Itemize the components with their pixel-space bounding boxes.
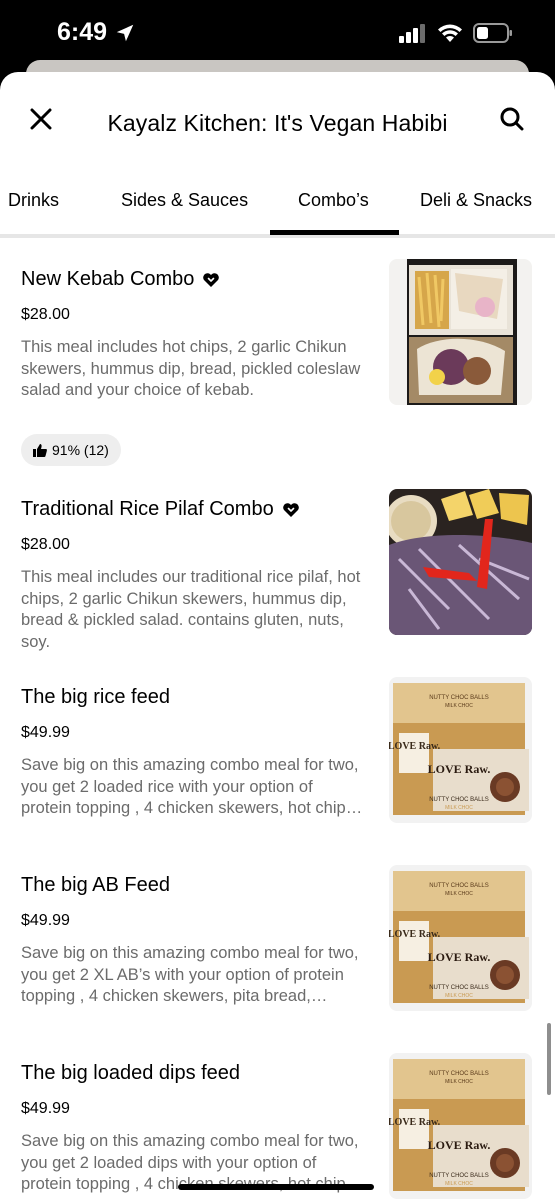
- thumbs-up-icon: [33, 444, 47, 457]
- flavor-text: MILK CHOC: [445, 1181, 473, 1187]
- product-text: NUTTY CHOC BALLS: [429, 1071, 489, 1077]
- flavor-text: MILK CHOC: [445, 891, 473, 897]
- item-price: $49.99: [21, 724, 70, 741]
- scroll-indicator[interactable]: [547, 1023, 551, 1095]
- item-title-row: The big AB Feed: [21, 874, 170, 897]
- item-description: This meal includes hot chips, 2 garlic C…: [21, 338, 361, 399]
- heart-icon: [203, 272, 220, 287]
- location-arrow-icon: [116, 24, 134, 42]
- tab-sides-sauces[interactable]: Sides & Sauces: [121, 190, 248, 238]
- item-description: Save big on this amazing combo meal for …: [21, 944, 359, 1005]
- search-icon: [500, 107, 524, 131]
- item-title-row: New Kebab Combo: [21, 268, 220, 291]
- store-menu-sheet: Kayalz Kitchen: It's Vegan Habibi Drinks…: [0, 72, 555, 1200]
- item-photo-love-raw: LOVE Raw. LOVE Raw. NUTTY CHOC BALLS MIL…: [389, 677, 532, 823]
- tab-drinks[interactable]: Drinks: [8, 190, 59, 238]
- flavor-text: MILK CHOC: [445, 805, 473, 811]
- brand-text: LOVE Raw.: [428, 762, 491, 776]
- status-bar: 6:49: [0, 0, 555, 68]
- brand-text: LOVE Raw.: [389, 741, 441, 752]
- item-price: $28.00: [21, 306, 70, 323]
- home-indicator[interactable]: [178, 1184, 374, 1190]
- item-photo-rice-pilaf-combo: [389, 489, 532, 635]
- close-button[interactable]: [26, 104, 56, 134]
- product-text: NUTTY CHOC BALLS: [429, 797, 489, 803]
- product-text: NUTTY CHOC BALLS: [429, 985, 489, 991]
- item-title-row: The big rice feed: [21, 686, 170, 709]
- item-price: $28.00: [21, 536, 70, 553]
- flavor-text: MILK CHOC: [445, 993, 473, 999]
- item-photo-love-raw: LOVE Raw. LOVE Raw. NUTTY CHOC BALLS MIL…: [389, 865, 532, 1011]
- product-text: NUTTY CHOC BALLS: [429, 1173, 489, 1179]
- item-description: Save big on this amazing combo meal for …: [21, 756, 359, 817]
- flavor-text: MILK CHOC: [445, 1079, 473, 1085]
- status-time: 6:49: [57, 18, 108, 46]
- store-title: Kayalz Kitchen: It's Vegan Habibi: [107, 110, 448, 136]
- item-photo-kebab-combo: [389, 259, 532, 405]
- item-title: The big loaded dips feed: [21, 1062, 241, 1084]
- heart-icon: [282, 502, 299, 517]
- item-price: $49.99: [21, 1100, 70, 1117]
- rating-text: 91% (12): [52, 442, 109, 458]
- product-text: NUTTY CHOC BALLS: [429, 695, 489, 701]
- active-tab-indicator: [270, 230, 399, 235]
- category-tabs: Drinks Sides & Sauces Combo’s Deli & Sna…: [0, 172, 555, 238]
- battery-icon: [473, 23, 512, 43]
- signal-icon: [399, 24, 425, 43]
- product-text: NUTTY CHOC BALLS: [429, 883, 489, 889]
- item-description: This meal includes our traditional rice …: [21, 568, 361, 651]
- wifi-icon: [438, 24, 462, 42]
- tab-deli-snacks[interactable]: Deli & Snacks: [420, 190, 532, 238]
- item-title-row: Traditional Rice Pilaf Combo: [21, 498, 300, 521]
- search-button[interactable]: [497, 104, 527, 134]
- brand-text: LOVE Raw.: [428, 950, 491, 964]
- item-title: The big AB Feed: [21, 874, 170, 896]
- item-title-row: The big loaded dips feed: [21, 1062, 240, 1085]
- brand-text: LOVE Raw.: [428, 1138, 491, 1152]
- status-icons: [399, 22, 513, 44]
- item-title: Traditional Rice Pilaf Combo: [21, 498, 274, 520]
- brand-text: LOVE Raw.: [389, 929, 441, 940]
- item-title: The big rice feed: [21, 686, 170, 708]
- rating-badge: 91% (12): [21, 434, 121, 466]
- header: Kayalz Kitchen: It's Vegan Habibi: [0, 72, 555, 172]
- brand-text: LOVE Raw.: [389, 1117, 441, 1128]
- flavor-text: MILK CHOC: [445, 703, 473, 709]
- item-title: New Kebab Combo: [21, 268, 195, 290]
- item-photo-love-raw: LOVE Raw. LOVE Raw. NUTTY CHOC BALLS MIL…: [389, 1053, 532, 1199]
- item-price: $49.99: [21, 912, 70, 929]
- close-icon: [30, 108, 52, 130]
